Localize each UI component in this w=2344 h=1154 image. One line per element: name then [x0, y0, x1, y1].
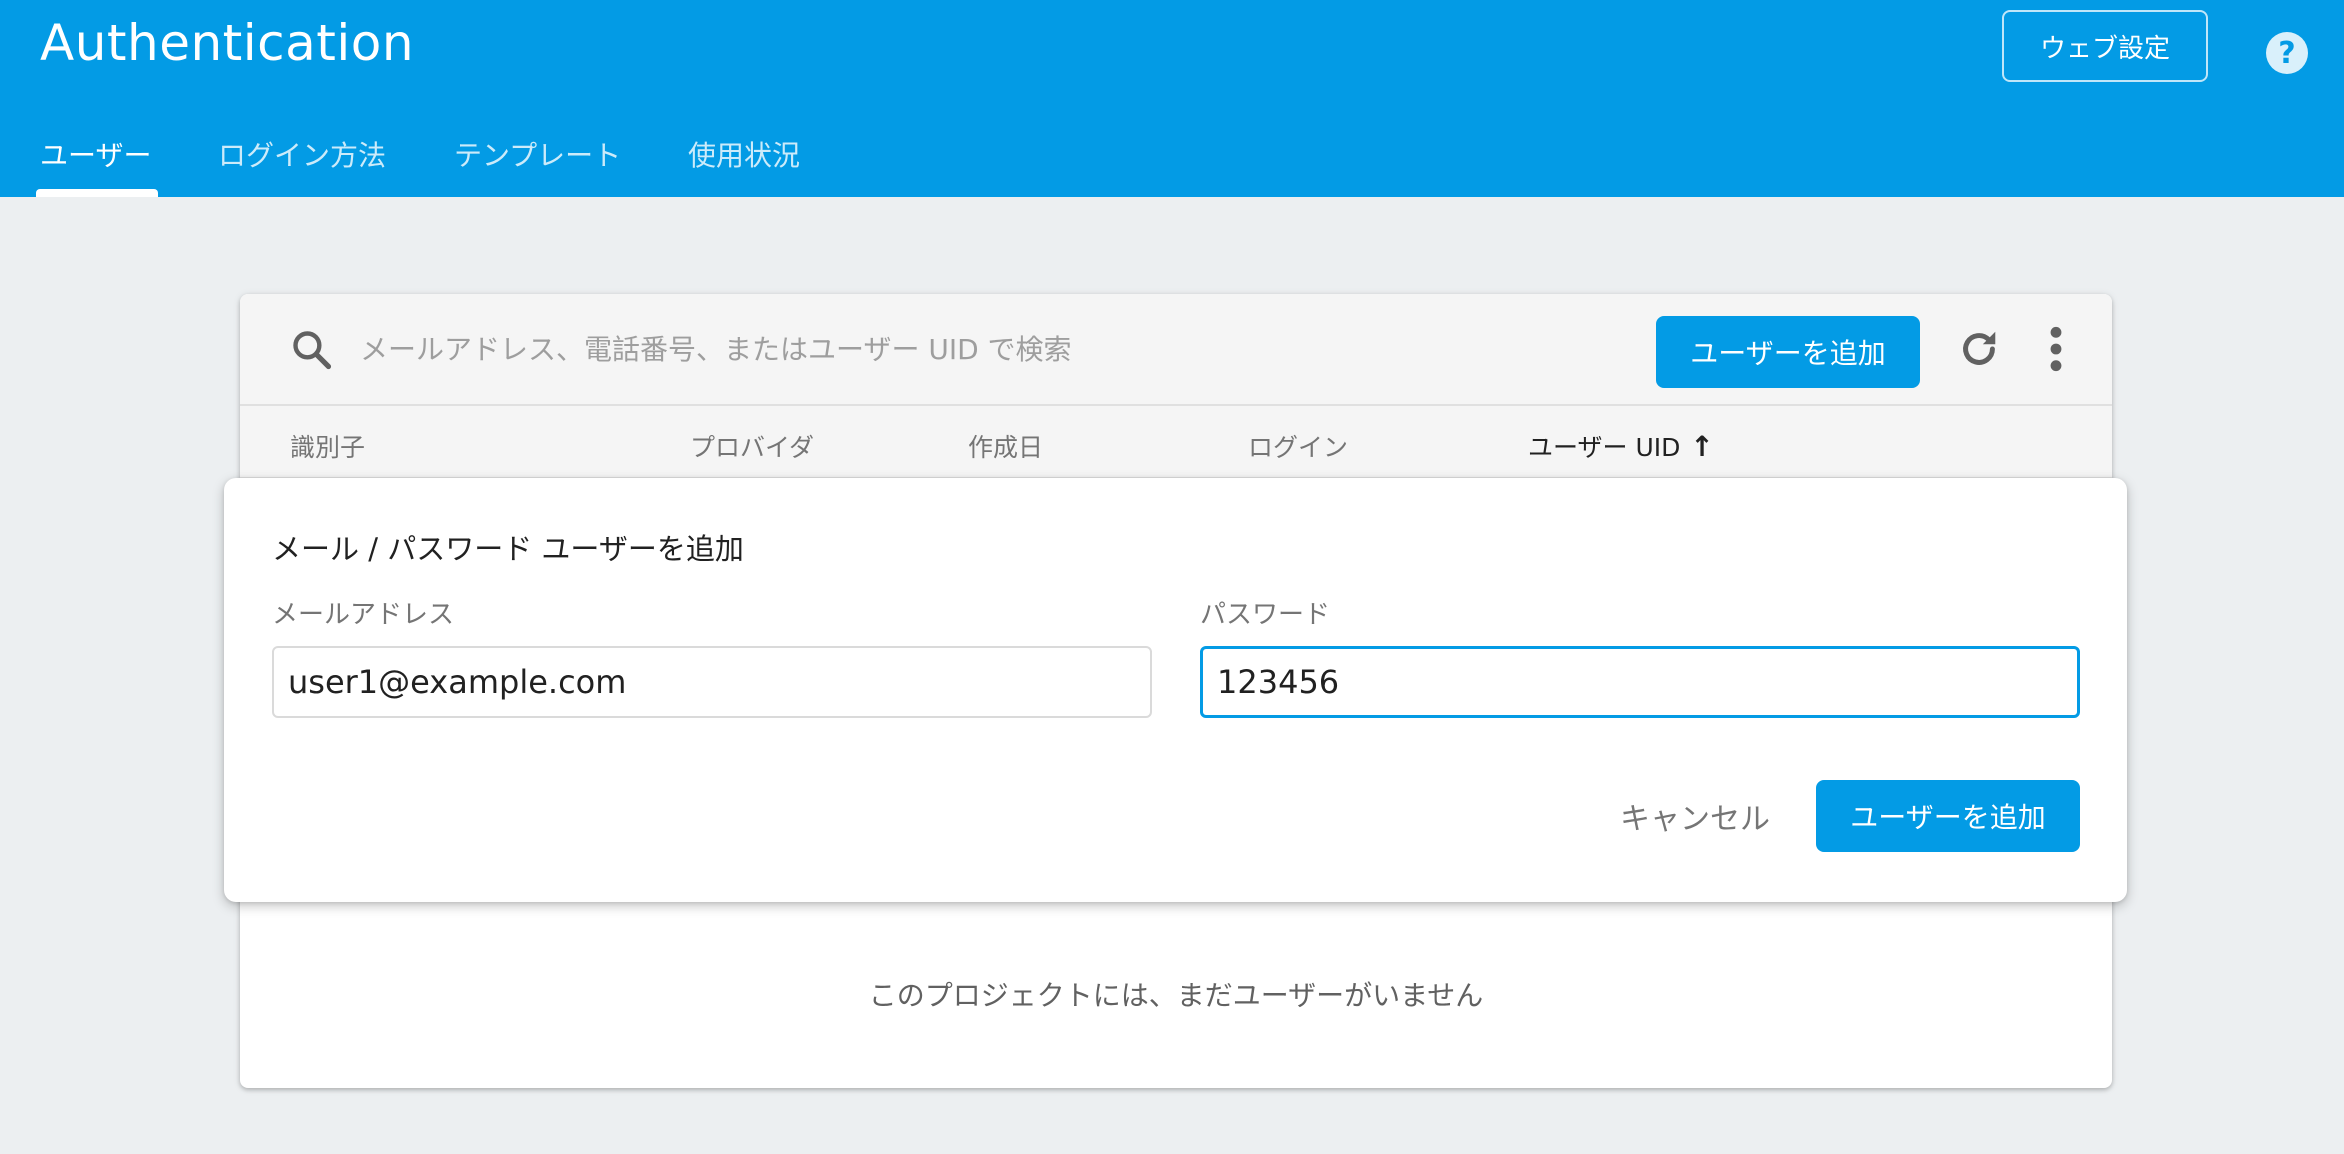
cancel-button[interactable]: キャンセル	[1610, 780, 1780, 852]
active-tab-indicator	[36, 189, 158, 197]
tab-bar: ユーザー ログイン方法 テンプレート 使用状況	[0, 128, 2344, 197]
column-identifier[interactable]: 識別子	[290, 428, 365, 464]
column-user-uid[interactable]: ユーザー UID ↑	[1528, 428, 1714, 464]
users-table-header: 識別子 プロバイダ 作成日 ログイン ユーザー UID ↑	[240, 406, 2112, 478]
tab-users[interactable]: ユーザー	[40, 128, 151, 197]
app-header: Authentication ウェブ設定 ? ユーザー ログイン方法 テンプレー…	[0, 0, 2344, 197]
email-field[interactable]: user1@example.com	[272, 646, 1152, 718]
tab-usage[interactable]: 使用状況	[688, 128, 800, 197]
search-icon	[293, 331, 332, 370]
search-input[interactable]	[360, 324, 1360, 374]
web-settings-button[interactable]: ウェブ設定	[2002, 10, 2208, 82]
users-toolbar: ユーザーを追加	[240, 294, 2112, 406]
password-label: パスワード	[1200, 600, 1331, 630]
refresh-icon[interactable]	[1956, 326, 2002, 372]
add-user-button[interactable]: ユーザーを追加	[1656, 316, 1920, 388]
sort-ascending-icon: ↑	[1690, 429, 1714, 463]
more-options-icon[interactable]	[2046, 324, 2066, 374]
column-created[interactable]: 作成日	[968, 428, 1043, 464]
column-user-uid-label: ユーザー UID	[1528, 433, 1681, 462]
add-user-dialog: メール / パスワード ユーザーを追加 メールアドレス user1@exampl…	[224, 478, 2127, 902]
tab-sign-in-method[interactable]: ログイン方法	[218, 128, 386, 197]
dialog-title: メール / パスワード ユーザーを追加	[272, 532, 744, 566]
email-label: メールアドレス	[272, 600, 455, 630]
help-icon[interactable]: ?	[2266, 32, 2308, 74]
submit-add-user-button[interactable]: ユーザーを追加	[1816, 780, 2080, 852]
page-title: Authentication	[40, 14, 415, 72]
column-provider[interactable]: プロバイダ	[690, 428, 814, 464]
column-signed-in[interactable]: ログイン	[1248, 428, 1348, 464]
empty-state-message: このプロジェクトには、まだユーザーがいません	[868, 979, 1484, 1012]
password-field[interactable]: 123456	[1200, 646, 2080, 718]
tab-templates[interactable]: テンプレート	[454, 128, 621, 197]
